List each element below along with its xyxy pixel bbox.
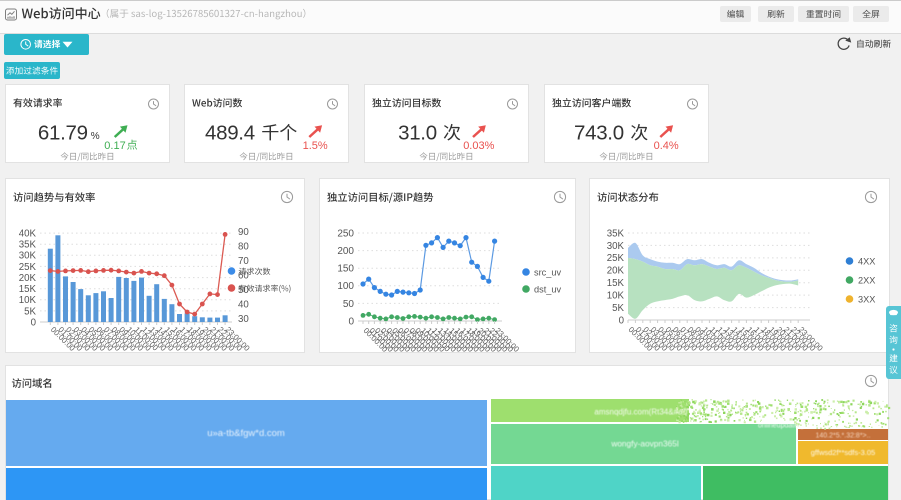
svg-text:5K: 5K [24,306,36,317]
svg-text:150: 150 [337,264,354,275]
svg-text:70: 70 [238,256,249,267]
svg-text:250: 250 [337,228,354,239]
svg-text:2XX: 2XX [858,275,875,285]
svg-text:3XX: 3XX [858,294,875,304]
svg-text:0: 0 [348,316,354,327]
svg-text:4XX: 4XX [858,256,875,266]
svg-text:30K: 30K [19,251,37,262]
svg-text:31.0: 31.0 [398,122,437,145]
svg-text:20K: 20K [607,266,625,277]
svg-text:15K: 15K [607,278,625,289]
svg-text:61.79: 61.79 [38,122,88,145]
svg-text:200: 200 [337,246,354,257]
svg-text:10K: 10K [607,291,625,302]
svg-text:0: 0 [619,315,625,326]
svg-text:40: 40 [238,299,249,310]
svg-text:gffwsd2f**sdfs-3.05: gffwsd2f**sdfs-3.05 [811,448,875,457]
svg-text:20K: 20K [19,273,37,284]
svg-text:489.4: 489.4 [205,122,255,145]
svg-text:30K: 30K [607,241,625,252]
svg-text:30: 30 [238,314,249,325]
svg-text:10K: 10K [19,295,37,306]
svg-text:50: 50 [343,299,355,310]
svg-text:src_uv: src_uv [534,268,561,278]
svg-text:40K: 40K [19,229,37,240]
svg-text:0.03%: 0.03% [463,140,494,152]
svg-text:5K: 5K [612,303,624,314]
svg-text:60: 60 [238,270,249,281]
svg-text:743.0: 743.0 [574,122,624,145]
svg-text:35K: 35K [19,240,37,251]
svg-text:140.2*5.*.32:8*>..: 140.2*5.*.32:8*>.. [815,433,870,440]
svg-text:25K: 25K [607,253,625,264]
svg-text:90: 90 [238,227,249,238]
svg-text:100: 100 [337,281,354,292]
svg-text:35K: 35K [607,228,625,239]
svg-text:%: % [91,131,100,142]
svg-text:0.4%: 0.4% [654,140,679,152]
svg-text:1.5%: 1.5% [303,140,328,152]
svg-text:0.17: 0.17 [104,140,125,152]
svg-text:dst_uv: dst_uv [534,285,561,295]
svg-text:u»a-tb&fgw*d.com: u»a-tb&fgw*d.com [207,428,285,439]
svg-text:0: 0 [31,317,37,328]
svg-text:15K: 15K [19,284,37,295]
svg-text:25K: 25K [19,262,37,273]
svg-text:80: 80 [238,241,249,252]
svg-text:onlineupdate.gfes4: onlineupdate.gfes4 [758,423,817,430]
svg-text:wongfy-aovpn365l: wongfy-aovpn365l [610,439,679,449]
svg-text:amsnqdjfu.com(Rt34&#a"|"I*: amsnqdjfu.com(Rt34&#a"|"I* [594,408,695,417]
svg-text:50: 50 [238,285,249,296]
